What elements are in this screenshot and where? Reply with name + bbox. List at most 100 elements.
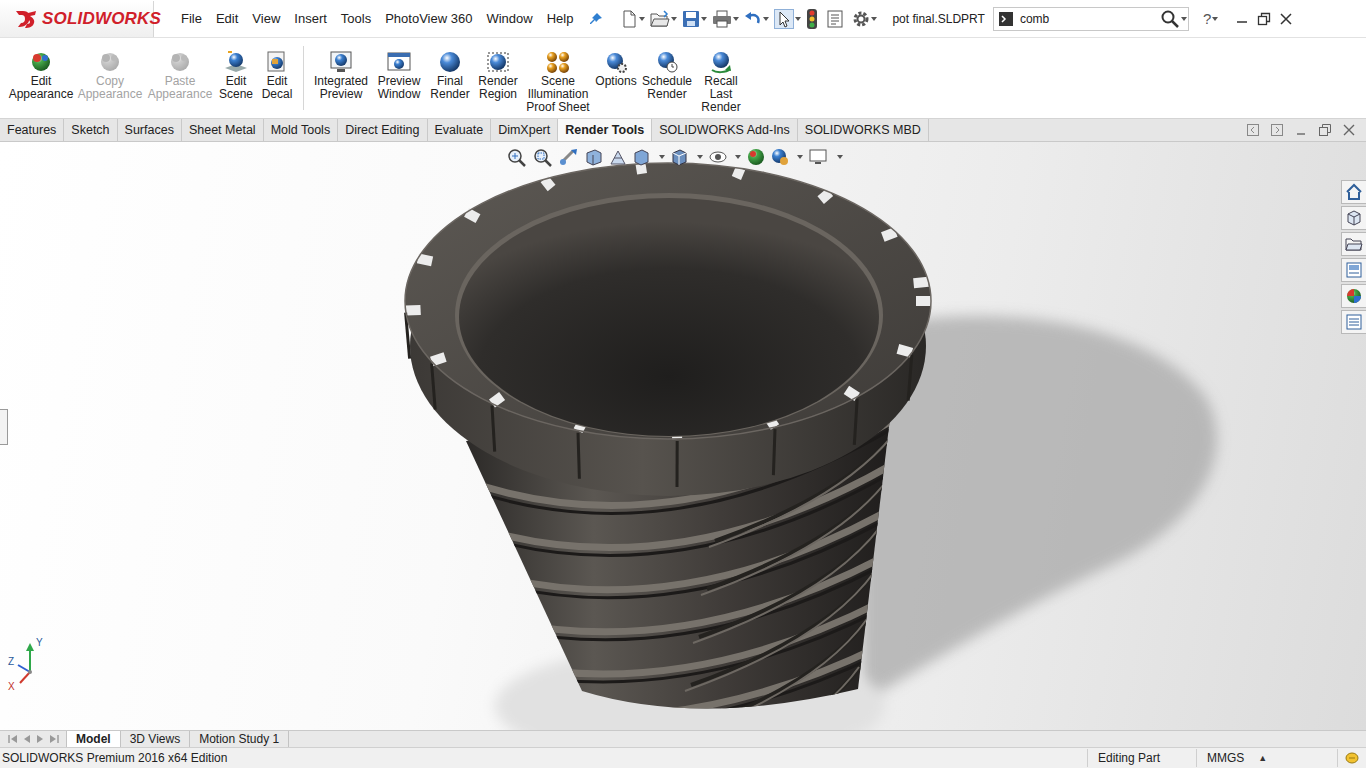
task-pane-tab[interactable] [1341,180,1366,204]
restore-icon[interactable] [1257,12,1271,26]
zoom-area-icon[interactable] [532,147,554,167]
custom-properties-icon[interactable] [1345,313,1363,331]
menu-item[interactable]: Window [479,9,539,28]
task-pane-tab[interactable] [1341,284,1366,308]
command-tab[interactable]: Sketch [64,119,117,141]
close-icon[interactable] [1279,12,1293,26]
home-icon[interactable] [1345,183,1363,201]
view-palette-icon[interactable] [1345,261,1363,279]
command-tab[interactable]: Surfaces [118,119,182,141]
previous-view-icon[interactable] [558,147,580,167]
tab-label[interactable]: Evaluate [435,123,484,137]
ds-logo-icon[interactable] [14,8,40,30]
tab-label[interactable]: Mold Tools [271,123,331,137]
previous-view-icon[interactable] [1246,123,1260,137]
dropdown-arrow-icon[interactable] [1180,15,1188,23]
final-render-icon[interactable] [437,49,463,75]
units-arrow[interactable]: ▲ [1258,753,1267,763]
tab-label[interactable]: SOLIDWORKS MBD [805,123,921,137]
dropdown-arrow-icon[interactable] [1211,15,1219,23]
design-library-icon[interactable] [1345,209,1363,227]
command-tab[interactable]: DimXpert [491,119,558,141]
ribbon-label[interactable]: Scene Illumination Proof Sheet [522,75,594,114]
ribbon-button[interactable]: Copy Appearance [75,38,145,101]
display-style-icon[interactable] [670,147,704,167]
file-properties-icon[interactable] [826,10,844,28]
toolbar-button[interactable] [620,10,646,28]
dropdown-arrow-icon[interactable] [794,15,802,23]
edit-scene-icon[interactable] [223,49,249,75]
search-field[interactable]: comb [1014,12,1160,26]
render-options-icon[interactable] [603,49,629,75]
panel-grip[interactable] [0,409,8,445]
preview-window-icon[interactable] [386,49,412,75]
ribbon-button[interactable]: Edit Appearance [7,38,75,101]
tab-label[interactable]: Direct Editing [345,123,419,137]
menu-item[interactable]: Tools [334,9,378,28]
doc-close-icon[interactable] [1342,123,1356,137]
dropdown-arrow-icon[interactable] [732,15,740,23]
menu-item[interactable]: File [174,9,209,28]
task-pane-tab[interactable] [1341,258,1366,282]
dynamic-annotation-icon[interactable] [608,147,628,167]
menu-item[interactable]: Insert [287,9,334,28]
menu-item[interactable]: View [245,9,287,28]
ribbon-label[interactable]: Render Region [474,75,522,101]
task-pane-tab[interactable] [1341,232,1366,256]
ribbon-label[interactable]: Edit Scene [215,75,257,101]
open-folder-icon[interactable] [650,10,670,28]
toolbar-button[interactable] [826,10,844,28]
dropdown-arrow-icon[interactable] [700,15,708,23]
ribbon-label[interactable]: Integrated Preview [310,75,372,101]
dropdown-arrow-icon[interactable] [762,15,770,23]
ribbon-button[interactable]: Integrated Preview [310,38,372,101]
appearances-icon[interactable] [1345,287,1363,305]
toolbar-button[interactable] [744,10,770,28]
schedule-render-icon[interactable] [654,49,680,75]
ribbon-label[interactable]: Recall Last Render [696,75,746,114]
zoom-to-fit-icon[interactable] [506,147,528,167]
ribbon-button[interactable]: Recall Last Render [696,38,746,114]
edit-decal-icon[interactable] [264,49,290,75]
section-view-icon[interactable] [584,147,604,167]
first-tab-icon[interactable] [7,734,19,744]
search-box[interactable]: comb [993,7,1189,31]
tab-label[interactable]: DimXpert [498,123,550,137]
command-tab[interactable]: Features [0,119,64,141]
menu-item[interactable]: Help [540,9,581,28]
task-pane-tab[interactable] [1341,206,1366,230]
ribbon-label[interactable]: Schedule Render [638,75,696,101]
toolbar-button[interactable] [806,9,818,29]
print-icon[interactable] [712,10,732,28]
ribbon-button[interactable]: Edit Scene [215,38,257,101]
quick-tips-icon[interactable] [1344,750,1360,766]
new-document-icon[interactable] [620,10,638,28]
bottom-tab-label[interactable]: Motion Study 1 [199,732,279,746]
save-icon[interactable] [682,10,700,28]
rebuild-icon[interactable] [806,9,818,29]
ribbon-label[interactable]: Final Render [426,75,474,101]
toolbar-button[interactable] [852,10,878,28]
undo-icon[interactable] [744,10,762,28]
file-explorer-icon[interactable] [1345,235,1363,253]
dropdown-arrow-icon[interactable] [870,15,878,23]
copy-appearance-icon[interactable] [97,49,123,75]
last-tab-icon[interactable] [48,734,60,744]
ribbon-label[interactable]: Edit Appearance [7,75,75,101]
units-text[interactable]: MMGS [1207,751,1244,765]
previous-tab-icon[interactable] [22,734,32,744]
tab-label[interactable]: Sheet Metal [189,123,256,137]
toolbar-button[interactable] [774,9,802,29]
toolbar-button[interactable] [682,10,708,28]
scene-illumination-icon[interactable] [545,49,571,75]
doc-restore-icon[interactable] [1318,123,1332,137]
pot-model[interactable] [0,142,1366,730]
app-logo[interactable]: SOLIDWORKS [0,1,154,37]
ribbon-label[interactable]: Edit Decal [257,75,297,101]
bottom-tab-label[interactable]: Model [76,732,111,746]
bottom-tab[interactable]: Model [67,731,121,747]
command-tab[interactable]: Render Tools [558,119,652,141]
pin-icon[interactable] [588,11,604,27]
magnifier-icon[interactable] [1160,9,1180,29]
quick-tips-cell[interactable] [1337,749,1366,767]
